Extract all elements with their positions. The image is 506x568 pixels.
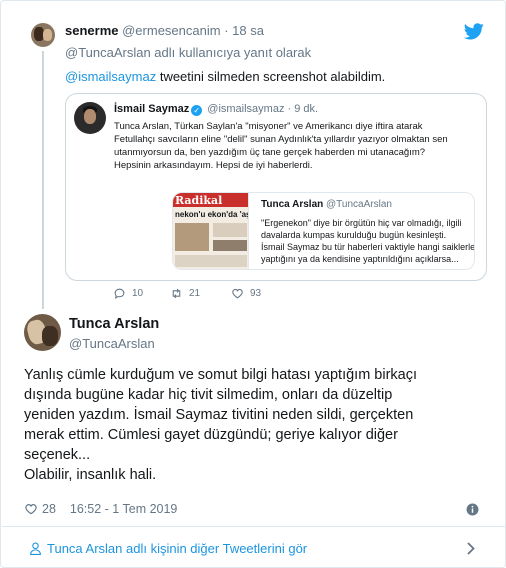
quoted-avatar[interactable]	[74, 102, 106, 134]
main-text-line: merak ettim. Cümlesi gayet düzgündü; ger…	[24, 427, 398, 443]
main-author-name[interactable]: Tunca Arslan	[69, 316, 159, 332]
parent-text-rest: tweetini silmeden screenshot alabildim.	[156, 69, 386, 84]
chevron-right-icon[interactable]	[467, 542, 475, 555]
quoted-header: İsmail Saymaz ✓ @ismailsaymaz · 9 dk.	[114, 103, 318, 116]
info-icon[interactable]	[466, 503, 479, 516]
quoted-text-line: Fetullahçı savcıların eline "delil" suna…	[114, 134, 448, 145]
card-author-name[interactable]: Tunca Arslan	[261, 199, 323, 210]
more-tweets-footer[interactable]: Tunca Arslan adlı kişinin diğer Tweetler…	[1, 527, 506, 568]
main-avatar[interactable]	[24, 314, 61, 351]
reply-action[interactable]: 10	[113, 287, 143, 300]
quoted-text-line: utanmıyorsun da, ben yazdığım üç tane ge…	[114, 147, 426, 158]
card-text-line: davalarda kumpas kurulduğu bugün kesinle…	[261, 230, 447, 240]
quoted-author-handle[interactable]: @ismailsaymaz · 9 dk.	[207, 103, 318, 115]
main-timestamp[interactable]: 16:52 - 1 Tem 2019	[70, 502, 177, 516]
thumbnail-masthead: Radikal	[175, 194, 223, 207]
heart-icon[interactable]	[24, 502, 38, 516]
retweet-action[interactable]: 21	[170, 287, 200, 300]
heart-icon	[232, 288, 243, 299]
main-like-count[interactable]: 28	[42, 502, 56, 516]
card-header: Tunca Arslan @TuncaArslan	[261, 199, 392, 210]
main-tweet-meta: 28 16:52 - 1 Tem 2019	[24, 502, 177, 516]
parent-header: senerme @ermesencanim · 18 sa	[65, 23, 264, 38]
reply-icon	[114, 288, 125, 299]
nested-quoted-card[interactable]: Radikal nekon'u ekon'da 'aşk Tunca Arsla…	[172, 192, 475, 270]
like-action[interactable]: 93	[231, 287, 261, 300]
like-count: 93	[250, 288, 262, 299]
quoted-tweet-text: Tunca Arslan, Türkan Saylan'a "misyoner"…	[114, 120, 480, 172]
verified-badge-icon: ✓	[191, 105, 203, 116]
thread-connector-line	[42, 51, 44, 309]
retweet-count: 21	[189, 288, 201, 299]
reply-count: 10	[132, 288, 144, 299]
quoted-tweet[interactable]: İsmail Saymaz ✓ @ismailsaymaz · 9 dk. Tun…	[65, 93, 487, 281]
card-text-line: yaptığını ya da kendisine yaptırıldığını…	[261, 254, 459, 264]
card-text-line: İsmail Saymaz bu tür haberleri vaktiyle …	[261, 242, 475, 252]
reply-to-label[interactable]: @TuncaArslan adlı kullanıcıya yanıt olar…	[65, 45, 311, 60]
card-author-handle[interactable]: @TuncaArslan	[326, 199, 392, 210]
quoted-text-line: Hepsinin arkasındayım. Hepsi de iyi habe…	[114, 160, 313, 171]
main-text-line: dışında bugüne kadar hiç tivit silmedim,…	[24, 387, 393, 403]
person-icon	[30, 542, 41, 555]
quoted-text-line: Tunca Arslan, Türkan Saylan'a "misyoner"…	[114, 121, 423, 132]
parent-timestamp[interactable]: · 18 sa	[224, 23, 264, 38]
newspaper-thumbnail[interactable]: Radikal nekon'u ekon'da 'aşk	[173, 193, 249, 269]
twitter-logo-icon[interactable]	[464, 23, 484, 40]
mention-link[interactable]: @ismailsaymaz	[65, 69, 156, 84]
main-text-line: yeniden yazdım. İsmail Saymaz tivitini n…	[24, 407, 414, 423]
parent-avatar[interactable]	[31, 23, 55, 47]
retweet-icon	[172, 288, 181, 299]
thumbnail-headline: nekon'u ekon'da 'aşk	[175, 210, 249, 219]
parent-tweet-text: @ismailsaymaz tweetini silmeden screensh…	[65, 69, 385, 84]
card-text-line: "Ergenekon" diye bir örgütün hiç var olm…	[261, 218, 462, 228]
card-text: "Ergenekon" diye bir örgütün hiç var olm…	[261, 217, 475, 265]
parent-author-name[interactable]: senerme	[65, 23, 118, 38]
more-tweets-link[interactable]: Tunca Arslan adlı kişinin diğer Tweetler…	[47, 541, 307, 556]
embedded-tweet-frame: senerme @ermesencanim · 18 sa @TuncaArsl…	[0, 0, 506, 568]
main-author-handle[interactable]: @TuncaArslan	[69, 336, 155, 351]
main-text-line: Yanlış cümle kurduğum ve somut bilgi hat…	[24, 367, 418, 383]
parent-author-handle[interactable]: @ermesencanim	[122, 23, 220, 38]
quoted-author-name[interactable]: İsmail Saymaz	[114, 103, 189, 115]
main-text-line: Olabilir, insanlık hali.	[24, 467, 157, 483]
main-tweet-text: Yanlış cümle kurduğum ve somut bilgi hat…	[24, 365, 494, 485]
parent-tweet[interactable]: senerme @ermesencanim · 18 sa @TuncaArsl…	[1, 1, 506, 309]
main-text-line: seçenek...	[24, 447, 91, 463]
